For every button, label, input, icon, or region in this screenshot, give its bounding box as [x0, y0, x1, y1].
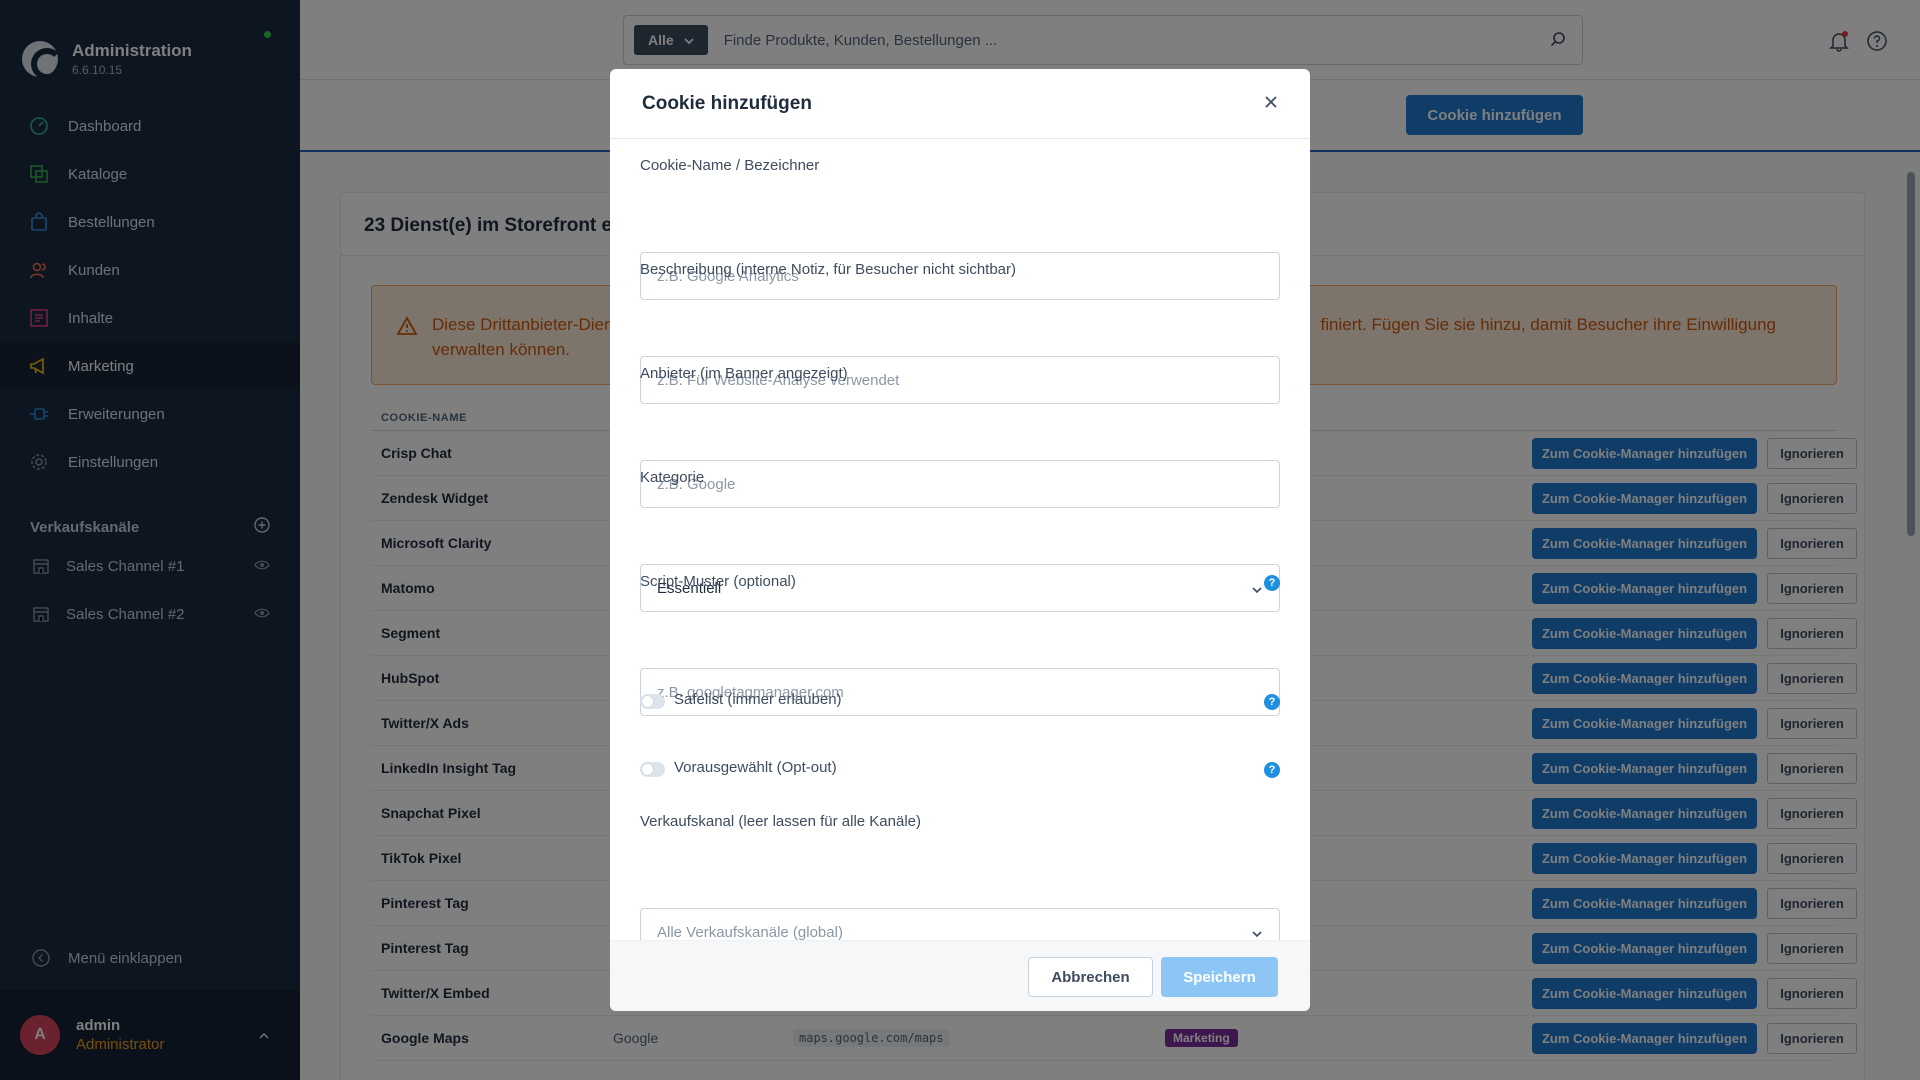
sales-channel-placeholder: Alle Verkaufskanäle (global) — [657, 923, 843, 941]
safelist-toggle[interactable] — [640, 694, 665, 709]
cookie-name-label: Cookie-Name / Bezeichner — [640, 157, 820, 174]
provider-input[interactable]: z.B. Google — [640, 460, 1280, 508]
script-pattern-label: Script-Muster (optional) — [640, 573, 796, 590]
modal-header: Cookie hinzufügen — [610, 69, 1310, 139]
help-icon[interactable]: ? — [1264, 762, 1280, 778]
safelist-label: Safelist (immer erlauben) — [674, 691, 842, 708]
modal-title: Cookie hinzufügen — [642, 92, 812, 114]
chevron-down-icon — [1251, 581, 1263, 598]
cancel-button[interactable]: Abbrechen — [1028, 957, 1153, 997]
help-icon[interactable]: ? — [1264, 694, 1280, 710]
help-icon[interactable]: ? — [1264, 575, 1280, 591]
preselected-label: Vorausgewählt (Opt-out) — [674, 759, 837, 776]
category-label: Kategorie — [640, 469, 705, 486]
preselected-toggle[interactable] — [640, 762, 665, 777]
add-cookie-modal: Cookie hinzufügen Cookie-Name / Bezeichn… — [610, 69, 1310, 1011]
description-label: Beschreibung (interne Notiz, für Besuche… — [640, 261, 1017, 278]
save-button[interactable]: Speichern — [1161, 957, 1278, 997]
provider-label: Anbieter (im Banner angezeigt) — [640, 365, 848, 382]
sales-channel-label: Verkaufskanal (leer lassen für alle Kanä… — [640, 813, 921, 830]
close-icon[interactable] — [1264, 95, 1278, 112]
modal-footer: Abbrechen Speichern — [610, 940, 1310, 1011]
